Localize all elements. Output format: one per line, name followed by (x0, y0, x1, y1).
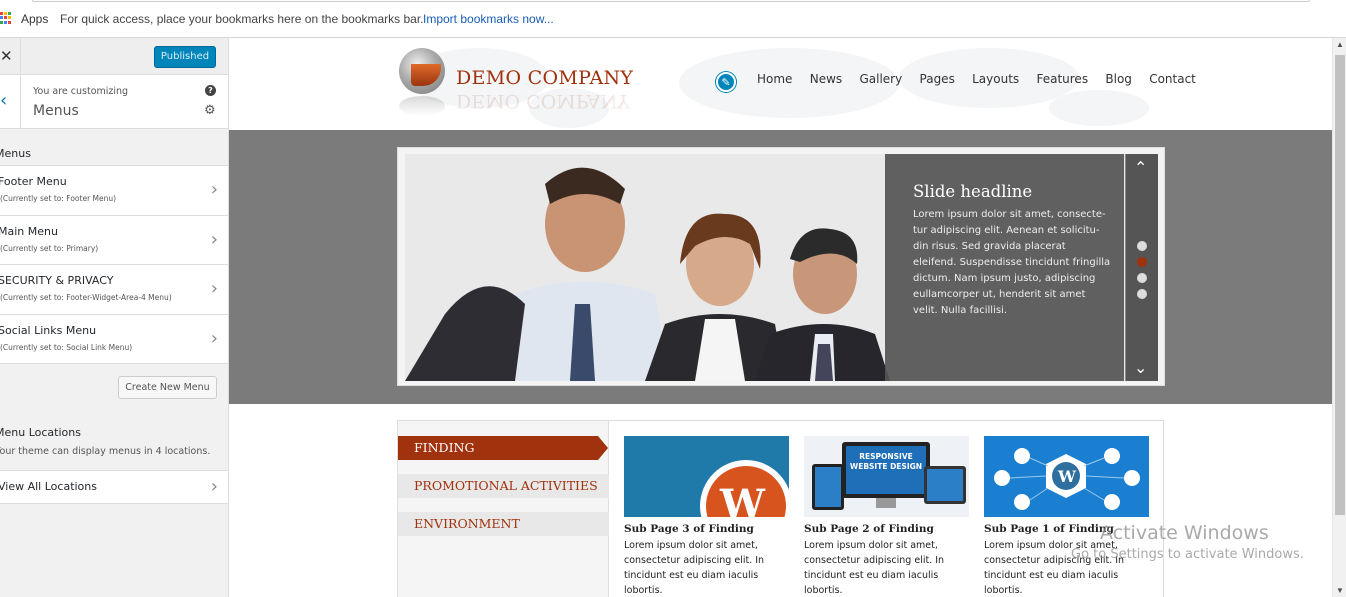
card-sub-page-2[interactable]: RESPONSIVE WEBSITE DESIGN Sub Page 2 of … (804, 436, 969, 597)
menu-item-footer[interactable]: Footer Menu (Currently set to: Footer Me… (0, 166, 228, 216)
help-icon[interactable]: ? (205, 85, 216, 96)
section-title: Menus (33, 103, 79, 119)
customizer-info: ‹ You are customizing Menus ? ⚙ (0, 75, 228, 129)
nav-item-news[interactable]: News (810, 72, 842, 86)
menu-item-security-privacy[interactable]: SECURITY & PRIVACY (Currently set to: Fo… (0, 265, 228, 315)
apps-shortcut[interactable]: Apps (21, 12, 48, 26)
nav-item-contact[interactable]: Contact (1149, 72, 1196, 86)
view-all-locations-item[interactable]: View All Locations › (0, 470, 228, 504)
close-icon[interactable]: ✕ (0, 38, 21, 75)
responsive-text: RESPONSIVE (859, 452, 913, 461)
chevron-right-icon: › (210, 327, 218, 349)
omnibox-edge (32, 0, 1310, 2)
slide-body: Lorem ipsum dolor sit amet, consecte-tur… (913, 209, 1111, 316)
customizer-sidebar: ✕ Published ‹ You are customizing Menus … (0, 38, 229, 597)
menu-item-subtitle: (Currently set to: Footer Menu) (0, 194, 117, 203)
wordpress-network-image: W (984, 436, 1149, 517)
website-design-text: WEBSITE DESIGN (850, 462, 922, 471)
slide-headline: Slide headline (913, 182, 1033, 201)
menu-list: Footer Menu (Currently set to: Footer Me… (0, 165, 228, 364)
nav-item-pages[interactable]: Pages (920, 72, 955, 86)
logo-reflection (399, 96, 445, 116)
tab-finding[interactable]: FINDING (398, 436, 608, 460)
card-title[interactable]: Sub Page 2 of Finding (804, 523, 969, 535)
menu-locations-description: Your theme can display menus in 4 locati… (0, 446, 211, 457)
bookmarks-bar: Apps For quick access, place your bookma… (0, 0, 1346, 38)
scroll-down-arrow-icon[interactable]: ▼ (1336, 586, 1344, 595)
slide-dot-1[interactable] (1137, 241, 1147, 251)
create-new-menu-button[interactable]: Create New Menu (118, 376, 217, 399)
card-title[interactable]: Sub Page 3 of Finding (624, 523, 789, 535)
tab-environment[interactable]: ENVIRONMENT (398, 512, 609, 536)
logo-text-reflection: DEMO COMPANY (456, 90, 630, 112)
menu-item-main[interactable]: Main Menu (Currently set to: Primary) › (0, 215, 228, 265)
menu-item-subtitle: (Currently set to: Footer-Widget-Area-4 … (0, 293, 172, 302)
chevron-right-icon: › (210, 278, 218, 299)
wordpress-logo-image: W (624, 436, 789, 517)
nav-item-features[interactable]: Features (1036, 72, 1088, 86)
svg-text:W: W (1057, 467, 1077, 486)
activate-windows-watermark: Activate Windows (1100, 522, 1269, 544)
menu-item-title: Footer Menu (0, 175, 67, 188)
scroll-thumb[interactable] (1335, 55, 1345, 515)
view-all-locations-label: View All Locations (0, 480, 97, 493)
company-logo-text[interactable]: DEMO COMPANY (456, 67, 633, 89)
customizer-header: ✕ Published (0, 38, 228, 75)
customizing-label: You are customizing (33, 86, 129, 97)
menu-item-subtitle: (Currently set to: Primary) (0, 243, 99, 253)
content-box: FINDING PROMOTIONAL ACTIVITIES ENVIRONME… (397, 420, 1164, 597)
apps-grid-icon[interactable] (0, 12, 12, 24)
company-logo-icon[interactable] (399, 48, 445, 94)
edit-pencil-icon[interactable]: ✎ (716, 72, 736, 92)
tab-promotional-activities[interactable]: PROMOTIONAL ACTIVITIES (398, 474, 609, 498)
slide-navigation: ⌃ ⌄ (1125, 154, 1158, 381)
menu-locations-heading: Menu Locations (0, 426, 81, 439)
card-sub-page-1[interactable]: W Sub Page 1 of Finding Lorem ipsum dolo (984, 436, 1149, 597)
card-text: Lorem ipsum dolor sit amet, consectetur … (624, 540, 765, 596)
nav-item-layouts[interactable]: Layouts (972, 72, 1019, 86)
card-sub-page-3[interactable]: W Sub Page 3 of Finding Lorem ipsum dolo… (624, 436, 789, 597)
responsive-design-image: RESPONSIVE WEBSITE DESIGN (804, 436, 969, 517)
site-header: DEMO COMPANY DEMO COMPANY ✎ Home News Ga… (229, 38, 1332, 130)
menu-item-title: Main Menu (0, 224, 58, 238)
main-nav: Home News Gallery Pages Layouts Features… (757, 72, 1213, 86)
image-slider: Slide headline Lorem ipsum dolor sit ame… (397, 147, 1165, 386)
nav-item-home[interactable]: Home (757, 72, 792, 86)
chevron-right-icon: › (210, 228, 218, 250)
activate-windows-hint: Go to Settings to activate Windows. (1071, 547, 1304, 562)
slide-dot-4[interactable] (1137, 289, 1147, 299)
svg-text:W: W (719, 481, 766, 517)
nav-item-gallery[interactable]: Gallery (859, 72, 902, 86)
menu-item-title: Social Links Menu (0, 323, 97, 337)
slide-dot-2[interactable] (1137, 257, 1147, 267)
menus-heading: Menus (0, 147, 31, 160)
import-bookmarks-link[interactable]: Import bookmarks now... (423, 12, 554, 26)
back-arrow-icon[interactable]: ‹ (0, 75, 21, 129)
scroll-up-arrow-icon[interactable]: ▲ (1336, 40, 1344, 49)
menu-item-social-links[interactable]: Social Links Menu (Currently set to: Soc… (0, 314, 228, 364)
card-text: Lorem ipsum dolor sit amet, consectetur … (804, 540, 945, 596)
chevron-right-icon: › (210, 476, 218, 497)
menu-item-subtitle: (Currently set to: Social Link Menu) (0, 342, 133, 352)
tabs-column: FINDING PROMOTIONAL ACTIVITIES ENVIRONME… (398, 421, 609, 597)
nav-item-blog[interactable]: Blog (1105, 72, 1132, 86)
site-preview: DEMO COMPANY DEMO COMPANY ✎ Home News Ga… (229, 38, 1332, 597)
chevron-right-icon: › (210, 179, 218, 200)
bookmarks-hint: For quick access, place your bookmarks h… (60, 12, 424, 26)
slide-caption: Slide headline Lorem ipsum dolor sit ame… (885, 154, 1124, 381)
preview-scrollbar[interactable]: ▲ ▼ (1332, 38, 1346, 597)
slide-dot-3[interactable] (1137, 273, 1147, 283)
menu-item-title: SECURITY & PRIVACY (0, 274, 114, 287)
gear-icon[interactable]: ⚙ (204, 103, 216, 118)
chevron-up-icon[interactable]: ⌃ (1134, 158, 1147, 177)
publish-button[interactable]: Published (154, 46, 216, 68)
chevron-down-icon[interactable]: ⌄ (1134, 358, 1147, 377)
